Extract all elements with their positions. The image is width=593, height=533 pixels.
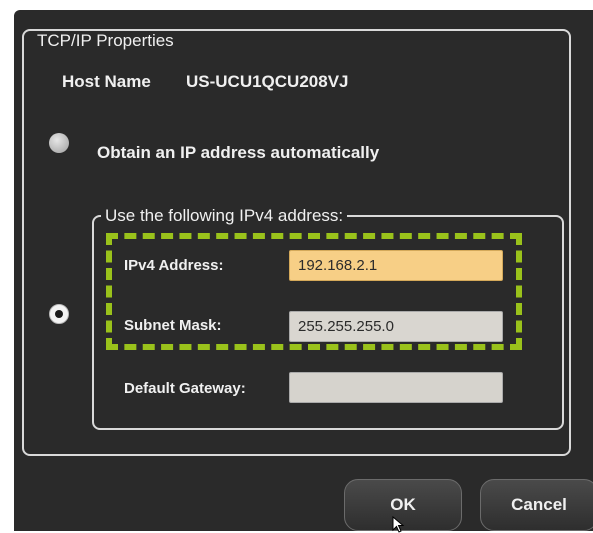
obtain-ip-automatically-radio[interactable] (49, 133, 69, 153)
mouse-pointer-icon (392, 516, 405, 533)
radio-selected-dot (55, 310, 63, 318)
obtain-ip-automatically-label[interactable]: Obtain an IP address automatically (97, 143, 379, 163)
use-following-ipv4-radio[interactable] (49, 304, 69, 324)
subnet-mask-field[interactable]: 255.255.255.0 (289, 311, 503, 342)
default-gateway-field[interactable] (289, 372, 503, 403)
host-name-value: US-UCU1QCU208VJ (186, 72, 349, 91)
default-gateway-label: Default Gateway: (124, 380, 246, 397)
static-ipv4-group-title: Use the following IPv4 address: (101, 206, 348, 226)
tcpip-properties-title: TCP/IP Properties (33, 31, 178, 51)
ipv4-address-field[interactable]: 192.168.2.1 (289, 250, 503, 281)
subnet-mask-label: Subnet Mask: (124, 317, 222, 334)
host-name-label: Host Name (62, 72, 151, 91)
ipv4-address-label: IPv4 Address: (124, 257, 224, 274)
cancel-button[interactable]: Cancel (480, 479, 593, 531)
